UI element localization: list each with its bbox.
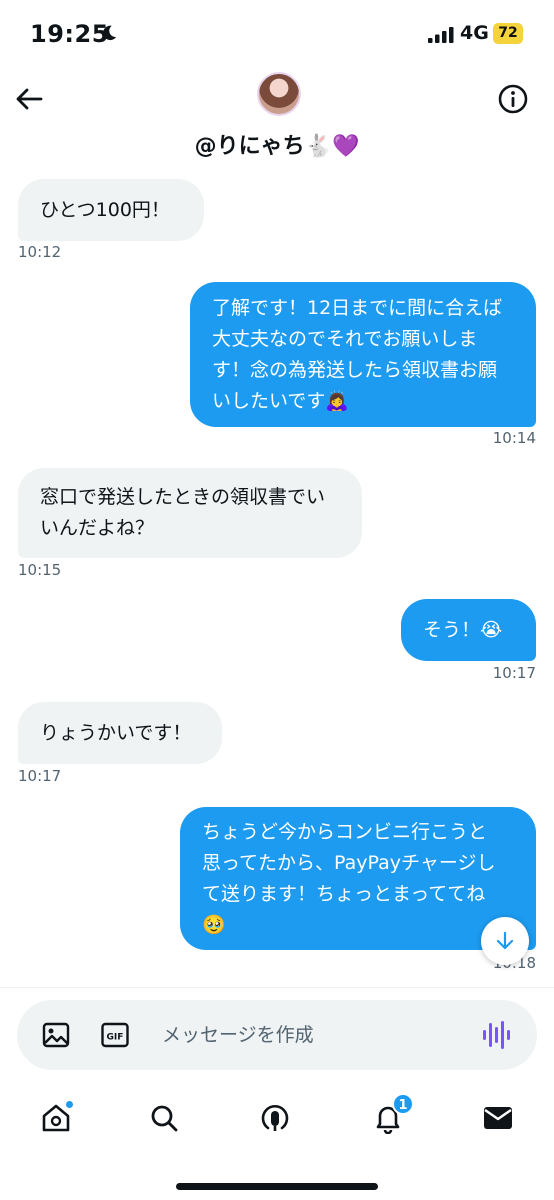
message-bubble-incoming[interactable]: 窓口で発送したときの領収書でい いんだよね？: [18, 468, 362, 558]
message-text: そう！😭: [423, 618, 503, 641]
bottom-tab-bar: 1: [0, 1090, 554, 1150]
message-timestamp: 10:12: [18, 243, 62, 261]
message-text: りょうかいです！: [40, 721, 192, 744]
status-bar: 19:25 4G 72: [0, 0, 554, 70]
tab-messages[interactable]: [478, 1098, 518, 1138]
message-text: 窓口で発送したときの領収書でい いんだよね？: [40, 486, 326, 539]
notifications-badge: 1: [392, 1093, 414, 1115]
scroll-to-bottom-button[interactable]: [481, 917, 529, 965]
image-icon[interactable]: [42, 1021, 70, 1049]
tab-notifications[interactable]: 1: [368, 1093, 414, 1138]
message-input[interactable]: [162, 1019, 462, 1051]
home-indicator[interactable]: [176, 1183, 378, 1190]
search-icon: [151, 1105, 178, 1132]
message-list: ひとつ100円！ 10:12 了解です！12日までに間に合えば 大丈夫なのでそれ…: [0, 170, 554, 985]
message-bubble-incoming[interactable]: ひとつ100円！: [18, 179, 204, 241]
composer-divider: [0, 987, 554, 988]
message-timestamp: 10:17: [18, 767, 62, 785]
conversation-header: @りにゃち🐇💜: [0, 70, 554, 170]
message-text: 了解です！12日までに間に合えば 大丈夫なのでそれでお願いしま す！念の為発送し…: [212, 296, 503, 412]
tab-spaces[interactable]: [255, 1098, 295, 1138]
contact-name[interactable]: @りにゃち🐇💜: [0, 128, 554, 160]
info-icon[interactable]: [497, 83, 529, 115]
back-arrow-icon[interactable]: [14, 84, 44, 114]
message-timestamp: 10:17: [492, 664, 536, 682]
message-text: ひとつ100円！: [40, 198, 170, 221]
message-bubble-incoming[interactable]: りょうかいです！: [18, 702, 222, 764]
network-label: 4G: [460, 22, 489, 44]
voice-icon[interactable]: [482, 1018, 510, 1052]
signal-icon: [428, 27, 454, 43]
battery-indicator: 72: [493, 23, 523, 44]
home-unread-dot: [65, 1100, 74, 1109]
status-time: 19:25: [30, 20, 109, 48]
spaces-icon: [261, 1105, 289, 1131]
message-timestamp: 10:15: [18, 561, 62, 579]
message-composer: GIF: [17, 1000, 537, 1070]
moon-icon: [103, 25, 117, 41]
message-bubble-outgoing[interactable]: そう！😭: [401, 599, 536, 661]
contact-avatar[interactable]: [257, 72, 301, 116]
mail-icon: [484, 1107, 512, 1129]
message-timestamp: 10:14: [492, 429, 536, 447]
svg-text:GIF: GIF: [107, 1033, 124, 1043]
tab-search[interactable]: [144, 1098, 184, 1138]
tab-home[interactable]: [36, 1098, 76, 1138]
gif-icon[interactable]: GIF: [101, 1021, 129, 1049]
message-bubble-outgoing[interactable]: ちょうど今からコンビニ行こうと 思ってたから、PayPayチャージし て送ります…: [180, 807, 536, 950]
message-bubble-outgoing[interactable]: 了解です！12日までに間に合えば 大丈夫なのでそれでお願いしま す！念の為発送し…: [190, 282, 536, 427]
arrow-down-icon: [496, 931, 514, 950]
message-text: ちょうど今からコンビニ行こうと 思ってたから、PayPayチャージし て送ります…: [202, 820, 496, 936]
